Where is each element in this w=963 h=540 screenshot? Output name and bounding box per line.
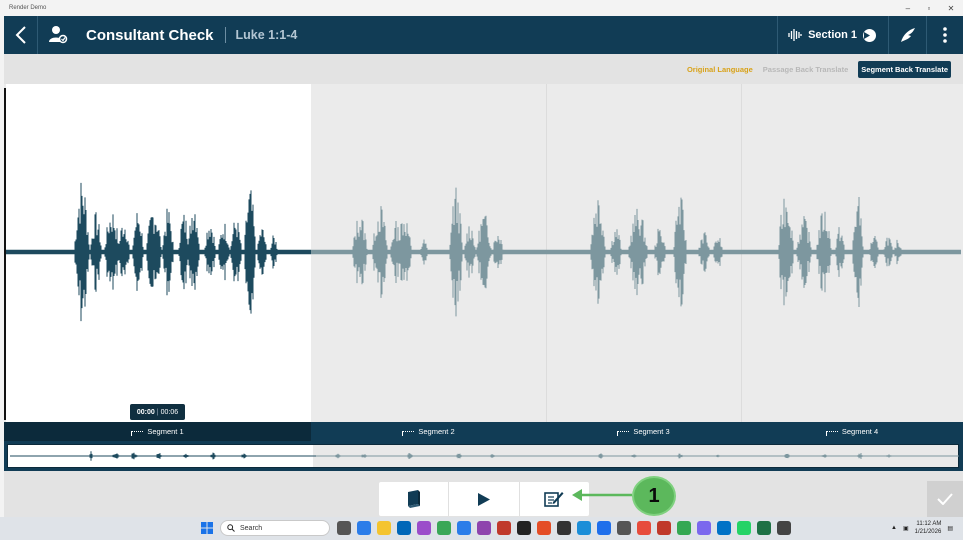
passage-reference: Luke 1:1-4: [224, 27, 297, 43]
app-icon[interactable]: [477, 521, 491, 535]
current-time: 00:00: [136, 408, 155, 416]
chevron-up-icon[interactable]: ▲: [891, 525, 897, 531]
time-indicator: 00:00 | 00:06: [130, 404, 185, 420]
edge-icon[interactable]: [357, 521, 371, 535]
segment-tab-label: Segment 2: [418, 427, 455, 436]
segment-tab-label: Segment 1: [147, 427, 184, 436]
window-titlebar: Render Demo – ▫ ✕: [0, 0, 963, 16]
app-icon[interactable]: [657, 521, 671, 535]
search-icon: [227, 524, 235, 532]
whatsapp-icon[interactable]: [737, 521, 751, 535]
terminal-icon[interactable]: [557, 521, 571, 535]
original-language-toggle[interactable]: Original Language: [687, 65, 753, 74]
clock-date: 1/21/2026: [914, 529, 942, 535]
app-icon[interactable]: [777, 521, 791, 535]
segment-back-translate-toggle[interactable]: Segment Back Translate: [858, 60, 951, 78]
clock-time: 11:12 AM: [916, 521, 942, 527]
playhead-cursor[interactable]: [4, 88, 6, 420]
segment-tab-2[interactable]: Segment 2: [311, 422, 546, 441]
file-explorer-icon[interactable]: [377, 521, 391, 535]
brave-icon[interactable]: [537, 521, 551, 535]
segment-tab-label: Segment 3: [633, 427, 670, 436]
more-menu-button[interactable]: [927, 16, 963, 54]
close-button[interactable]: ✕: [948, 4, 955, 13]
search-placeholder: Search: [240, 524, 263, 532]
approve-button[interactable]: [927, 481, 963, 517]
note-edit-icon: [544, 492, 564, 507]
page-title: Consultant Check: [86, 26, 214, 44]
copilot-icon[interactable]: [417, 521, 431, 535]
audio-wave-icon: [788, 29, 802, 41]
window-controls: – ▫ ✕: [897, 4, 963, 13]
windows-taskbar: Search ▲ ▣ 11:12 AM 1/21/2026 ▤: [0, 517, 963, 540]
notification-icon[interactable]: ▤: [947, 525, 953, 532]
checkmark-icon: [937, 493, 953, 505]
segment-bracket-icon: [402, 430, 415, 436]
app-icon[interactable]: [577, 521, 591, 535]
consultant-icon: [38, 16, 78, 54]
section-play-icon[interactable]: [863, 28, 876, 42]
book-icon: [407, 490, 420, 508]
playback-tools: [379, 482, 589, 516]
translation-toggles: Original Language Passage Back Translate…: [4, 54, 963, 84]
mini-waveform-scrubber[interactable]: [4, 441, 963, 471]
waveform: [6, 182, 961, 322]
outlook-icon[interactable]: [717, 521, 731, 535]
network-icon[interactable]: ▣: [903, 525, 909, 532]
media-icon[interactable]: [517, 521, 531, 535]
system-tray: ▲ ▣ 11:12 AM 1/21/2026 ▤: [891, 520, 953, 536]
duration: 00:06: [160, 408, 179, 416]
maximize-button[interactable]: ▫: [927, 4, 930, 13]
quill-icon: [900, 28, 915, 42]
app-icon[interactable]: [637, 521, 651, 535]
waveform-area[interactable]: [4, 84, 963, 422]
minimize-button[interactable]: –: [906, 4, 910, 13]
mini-waveform: [10, 451, 959, 461]
taskbar-apps: [337, 521, 791, 535]
segment-bracket-icon: [131, 430, 144, 436]
chevron-left-icon: [15, 26, 26, 44]
passage-back-translate-toggle[interactable]: Passage Back Translate: [763, 65, 848, 74]
time-separator: |: [156, 408, 159, 416]
excel-icon[interactable]: [757, 521, 771, 535]
chrome-icon[interactable]: [437, 521, 451, 535]
segment-tab-3[interactable]: Segment 3: [546, 422, 741, 441]
segment-tab-1[interactable]: Segment 1: [4, 422, 311, 441]
app-icon[interactable]: [697, 521, 711, 535]
store-icon[interactable]: [397, 521, 411, 535]
section-label: Section 1: [808, 29, 857, 41]
segment-tab-4[interactable]: Segment 4: [741, 422, 963, 441]
segment-bracket-icon: [825, 430, 838, 436]
chat-icon[interactable]: [457, 521, 471, 535]
taskbar-search[interactable]: Search: [220, 520, 330, 536]
callout-badge: 1: [632, 476, 676, 516]
play-icon: [477, 492, 490, 506]
segment-tabs: Segment 1 Segment 2 Segment 3 Segment 4: [4, 422, 963, 441]
taskbar-clock[interactable]: 11:12 AM 1/21/2026: [915, 520, 942, 536]
app-header: Consultant Check Luke 1:1-4 Section 1: [4, 16, 963, 54]
section-selector[interactable]: Section 1: [777, 16, 889, 54]
render-app-icon[interactable]: [497, 521, 511, 535]
windows-start-icon[interactable]: [201, 522, 213, 534]
more-vertical-icon: [943, 27, 947, 43]
callout-arrow: [572, 489, 632, 501]
consultant-mode-button[interactable]: [889, 16, 927, 54]
back-button[interactable]: [4, 16, 38, 54]
segment-tab-label: Segment 4: [841, 427, 879, 436]
drive-icon[interactable]: [677, 521, 691, 535]
window-title: Render Demo: [9, 5, 47, 11]
app-icon[interactable]: [617, 521, 631, 535]
segment-bracket-icon: [617, 430, 630, 436]
play-button[interactable]: [449, 482, 520, 516]
app-icon[interactable]: [597, 521, 611, 535]
book-button[interactable]: [379, 482, 450, 516]
bottom-toolbar: [4, 471, 963, 517]
task-view-icon[interactable]: [337, 521, 351, 535]
